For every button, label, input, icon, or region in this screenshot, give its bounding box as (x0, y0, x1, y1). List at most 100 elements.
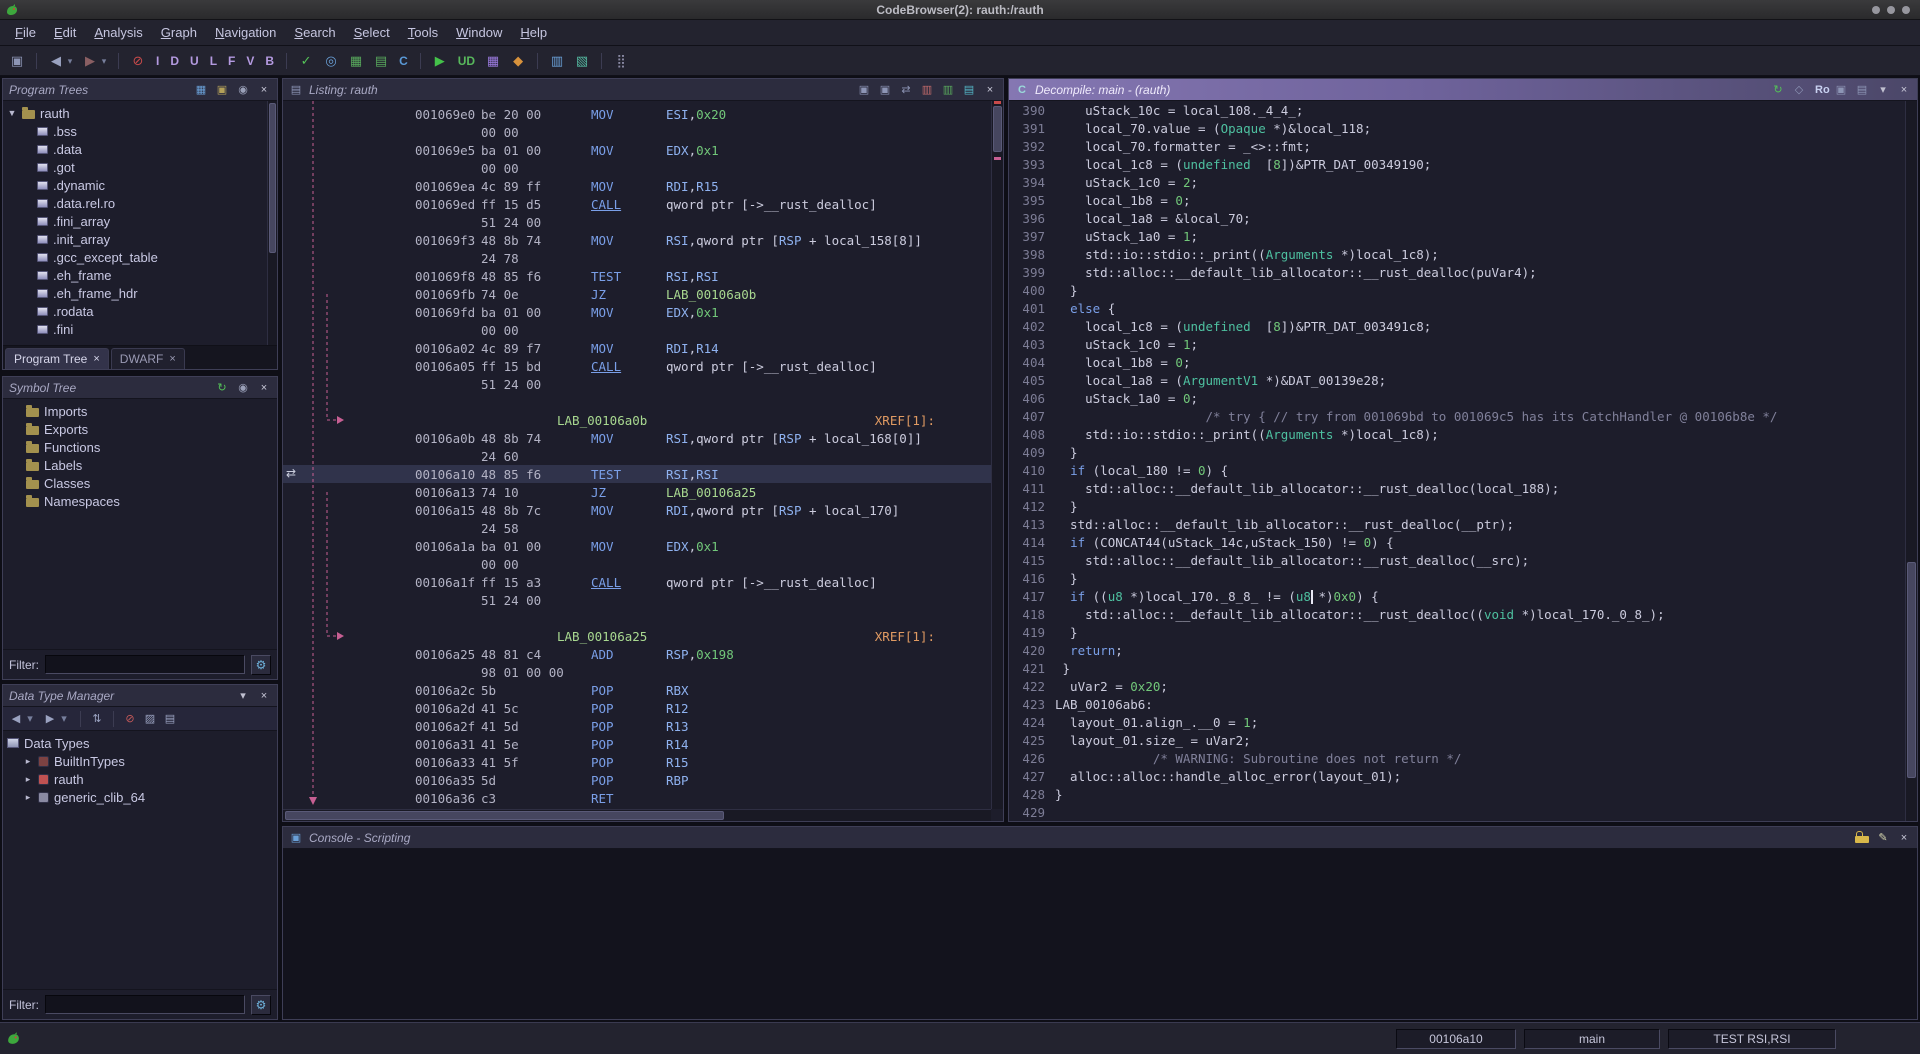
menu-down-icon[interactable]: ▾ (236, 689, 250, 703)
tree-item-namespaces[interactable]: Namespaces (3, 492, 267, 510)
listing-label-row[interactable]: LAB_00106a0b XREF[1]: (283, 411, 991, 429)
operands[interactable]: qword ptr [->__rust_dealloc] (666, 575, 991, 590)
mnemonic[interactable]: POP (591, 719, 666, 734)
menu-item-graph[interactable]: Graph (152, 22, 206, 43)
filter-input[interactable] (45, 995, 245, 1014)
refresh-icon[interactable]: ↻ (215, 381, 229, 395)
decompile-line[interactable]: 422 uVar2 = 0x20; (1015, 679, 1905, 697)
decompile-line[interactable]: 400 } (1015, 283, 1905, 301)
window-control-dot[interactable] (1872, 6, 1880, 14)
menu-item-tools[interactable]: Tools (399, 22, 447, 43)
tree-item-rauth[interactable]: ▼ rauth (3, 104, 267, 122)
menu-item-navigation[interactable]: Navigation (206, 22, 285, 43)
code-text[interactable]: uStack_1a0 = 1; (1055, 229, 1198, 247)
decompile-line[interactable]: 408 std::io::stdio::_print((Arguments *)… (1015, 427, 1905, 445)
operands[interactable]: RSI,qword ptr [RSP + local_158[8]] (666, 233, 991, 248)
marker-f-icon[interactable]: F (226, 52, 237, 70)
tree-item-init_array[interactable]: .init_array (3, 230, 267, 248)
operands[interactable]: RDI,R14 (666, 341, 991, 356)
marker-v-icon[interactable]: V (244, 52, 256, 70)
menu-down-icon[interactable]: ▾ (1876, 83, 1890, 97)
code-label[interactable]: LAB_00106a25 (557, 629, 647, 644)
close-icon[interactable]: × (1897, 831, 1911, 845)
nav-back-menu-icon[interactable]: ▾ (66, 52, 74, 70)
operands[interactable]: RSP,0x198 (666, 647, 991, 662)
decompile-line[interactable]: 393 local_1c8 = (undefined [8])&PTR_DAT_… (1015, 157, 1905, 175)
close-icon[interactable]: × (983, 83, 997, 97)
tree-item-bss[interactable]: .bss (3, 122, 267, 140)
listing-row[interactable]: 001069f3 48 8b 74 MOV RSI,qword ptr [RSP + … (283, 231, 991, 249)
operands[interactable]: EDX,0x1 (666, 143, 991, 158)
listing-label-row[interactable]: LAB_00106a25 XREF[1]: (283, 627, 991, 645)
tree-item-functions[interactable]: Functions (3, 438, 267, 456)
listing-row[interactable]: 00106a10 48 85 f6 TEST RSI,RSI (283, 465, 991, 483)
listing-row[interactable]: 00106a25 48 81 c4 ADD RSP,0x198 (283, 645, 991, 663)
decompile-line[interactable]: 425 layout_01.size_ = uVar2; (1015, 733, 1905, 751)
data-table-icon[interactable]: ▥ (548, 52, 566, 70)
close-icon[interactable]: × (257, 689, 271, 703)
code-text[interactable]: layout_01.size_ = uVar2; (1055, 733, 1251, 751)
code-text[interactable]: std::alloc::__default_lib_allocator::__r… (1055, 553, 1529, 571)
operands[interactable]: LAB_00106a0b (666, 287, 991, 302)
menu-item-help[interactable]: Help (511, 22, 556, 43)
decompile-line[interactable]: 397 uStack_1a0 = 1; (1015, 229, 1905, 247)
prev-menu-icon[interactable]: ▾ (23, 710, 37, 728)
decompile-line[interactable]: 395 local_1b8 = 0; (1015, 193, 1905, 211)
decompile-line[interactable]: 401 else { (1015, 301, 1905, 319)
listing-row[interactable]: 00106a0b 48 8b 74 MOV RSI,qword ptr [RSP + … (283, 429, 991, 447)
decompile-line[interactable]: 391 local_70.value = (Opaque *)&local_11… (1015, 121, 1905, 139)
nav-forward-icon[interactable]: ▶ (81, 52, 99, 70)
memory-map-icon[interactable]: ▦ (347, 52, 365, 70)
code-text[interactable]: std::io::stdio::_print((Arguments *)loca… (1055, 247, 1439, 265)
listing-row[interactable]: 001069e0 be 20 00 MOV ESI,0x20 (283, 105, 991, 123)
operands[interactable]: RDI,qword ptr [RSP + local_170] (666, 503, 991, 518)
tree-item-fini_array[interactable]: .fini_array (3, 212, 267, 230)
decompile-line[interactable]: 402 local_1c8 = (undefined [8])&PTR_DAT_… (1015, 319, 1905, 337)
code-text[interactable]: /* WARNING: Subroutine does not return *… (1055, 751, 1462, 769)
tree-item-eh_frame_hdr[interactable]: .eh_frame_hdr (3, 284, 267, 302)
scrollbar-thumb[interactable] (269, 103, 276, 253)
code-text[interactable]: std::alloc::__default_lib_allocator::__r… (1055, 481, 1559, 499)
tab-close-icon[interactable]: × (169, 353, 175, 365)
operands[interactable]: RBP (666, 773, 991, 788)
listing-row[interactable]: 98 01 00 00 (283, 663, 991, 681)
archives-icon[interactable]: ▤ (163, 710, 177, 728)
code-text[interactable]: } (1055, 625, 1078, 643)
decompile-line[interactable]: 424 layout_01.align_.__0 = 1; (1015, 715, 1905, 733)
analysis-check-icon[interactable]: ✓ (297, 52, 315, 70)
snapshot-icon[interactable]: ◉ (236, 381, 250, 395)
mnemonic[interactable]: POP (591, 737, 666, 752)
next-menu-icon[interactable]: ▾ (57, 710, 71, 728)
diff-view-icon[interactable]: ⇄ (899, 83, 913, 97)
listing-row[interactable]: 00106a15 48 8b 7c MOV RDI,qword ptr [RSP + … (283, 501, 991, 519)
next-type-icon[interactable]: ▶ (43, 710, 57, 728)
code-text[interactable]: else { (1055, 301, 1115, 319)
duplicate-icon[interactable]: ▣ (857, 83, 871, 97)
mnemonic[interactable]: POP (591, 683, 666, 698)
mnemonic[interactable]: POP (591, 773, 666, 788)
listing-row[interactable]: 00106a36 c3 RET (283, 789, 991, 807)
snapshot-icon[interactable]: ◉ (236, 83, 250, 97)
symbol-tree-header[interactable]: Symbol Tree ↻ ◉ × (3, 377, 277, 399)
markup-icon[interactable]: ▥ (920, 83, 934, 97)
clear-marks-icon[interactable]: ⊘ (129, 52, 147, 70)
filter-input[interactable] (45, 655, 245, 674)
more-icon[interactable]: ⣿ (612, 52, 630, 70)
mnemonic[interactable]: TEST (591, 467, 666, 482)
listing-row[interactable]: 51 24 00 (283, 375, 991, 393)
scrollbar-thumb[interactable] (993, 106, 1002, 152)
decompile-line[interactable]: 394 uStack_1c0 = 2; (1015, 175, 1905, 193)
code-text[interactable]: } (1055, 283, 1078, 301)
decompile-line[interactable]: 423 LAB_00106ab6: (1015, 697, 1905, 715)
menu-item-window[interactable]: Window (447, 22, 511, 43)
operands[interactable]: qword ptr [->__rust_dealloc] (666, 197, 991, 212)
decompile-line[interactable]: 421 } (1015, 661, 1905, 679)
decompile-line[interactable]: 404 local_1b8 = 0; (1015, 355, 1905, 373)
code-text[interactable]: if ((u8 *)local_170._8_8_ != (u8 *)0x0) … (1055, 589, 1379, 607)
tree-item-classes[interactable]: Classes (3, 474, 267, 492)
code-text[interactable]: if (local_180 != 0) { (1055, 463, 1228, 481)
book-icon[interactable]: ▤ (962, 83, 976, 97)
decompile-header[interactable]: C Decompile: main - (rauth) ↻ ◇ Ro ▣ ▤ ▾ × (1009, 79, 1917, 101)
code-text[interactable]: layout_01.align_.__0 = 1; (1055, 715, 1258, 733)
mnemonic[interactable]: CALL (591, 197, 666, 212)
